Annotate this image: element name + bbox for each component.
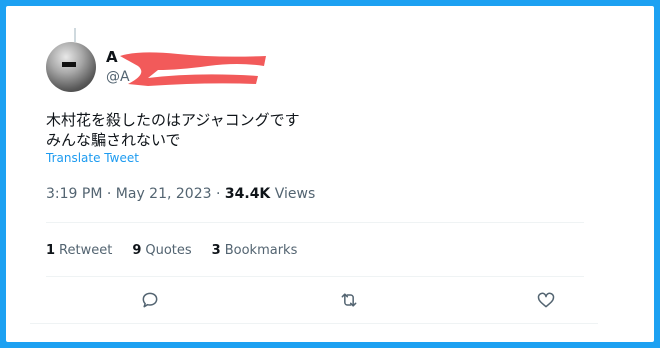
retweets-count: 1 bbox=[46, 243, 56, 258]
tweet-time[interactable]: 3:19 PM bbox=[46, 186, 102, 202]
display-name[interactable]: A bbox=[106, 48, 118, 66]
redaction-scribble bbox=[120, 52, 266, 86]
avatar-censor-bar bbox=[62, 62, 76, 67]
retweets-label: Retweet bbox=[59, 243, 113, 258]
divider bbox=[46, 276, 584, 277]
views-label: Views bbox=[274, 186, 316, 202]
views-count: 34.4K bbox=[224, 186, 271, 202]
quotes-stat[interactable]: 9 Quotes bbox=[132, 243, 191, 258]
tweet-metadata: 3:19 PM · May 21, 2023 · 34.4K Views bbox=[46, 186, 315, 202]
avatar[interactable] bbox=[46, 42, 96, 92]
retweets-stat[interactable]: 1 Retweet bbox=[46, 243, 112, 258]
retweet-icon bbox=[341, 293, 357, 307]
engagement-stats: 1 Retweet 9 Quotes 3 Bookmarks bbox=[46, 243, 317, 258]
quotes-label: Quotes bbox=[145, 243, 192, 258]
thread-connector-line bbox=[74, 28, 76, 42]
translate-tweet-link[interactable]: Translate Tweet bbox=[46, 151, 139, 165]
meta-separator: · bbox=[215, 186, 225, 202]
reply-icon bbox=[142, 292, 158, 308]
divider bbox=[30, 323, 598, 324]
reply-button[interactable] bbox=[136, 286, 164, 314]
meta-separator: · bbox=[106, 186, 116, 202]
bookmarks-label: Bookmarks bbox=[224, 243, 298, 258]
tweet-card: A @A 木村花を殺したのはアジャコングです みんな騙されないで Transla… bbox=[6, 6, 654, 342]
retweet-button[interactable] bbox=[335, 286, 363, 314]
quotes-count: 9 bbox=[132, 243, 142, 258]
like-button[interactable] bbox=[532, 286, 560, 314]
action-bar bbox=[46, 286, 584, 316]
tweet-text-line-2: みんな騙されないで bbox=[46, 131, 181, 149]
tweet-text: 木村花を殺したのはアジャコングです みんな騙されないで bbox=[46, 110, 300, 150]
bookmarks-count: 3 bbox=[211, 243, 221, 258]
tweet-text-line-1: 木村花を殺したのはアジャコングです bbox=[46, 111, 300, 129]
like-icon bbox=[537, 292, 555, 308]
tweet-date[interactable]: May 21, 2023 bbox=[116, 186, 212, 202]
bookmarks-stat[interactable]: 3 Bookmarks bbox=[212, 243, 298, 258]
divider bbox=[46, 222, 584, 223]
